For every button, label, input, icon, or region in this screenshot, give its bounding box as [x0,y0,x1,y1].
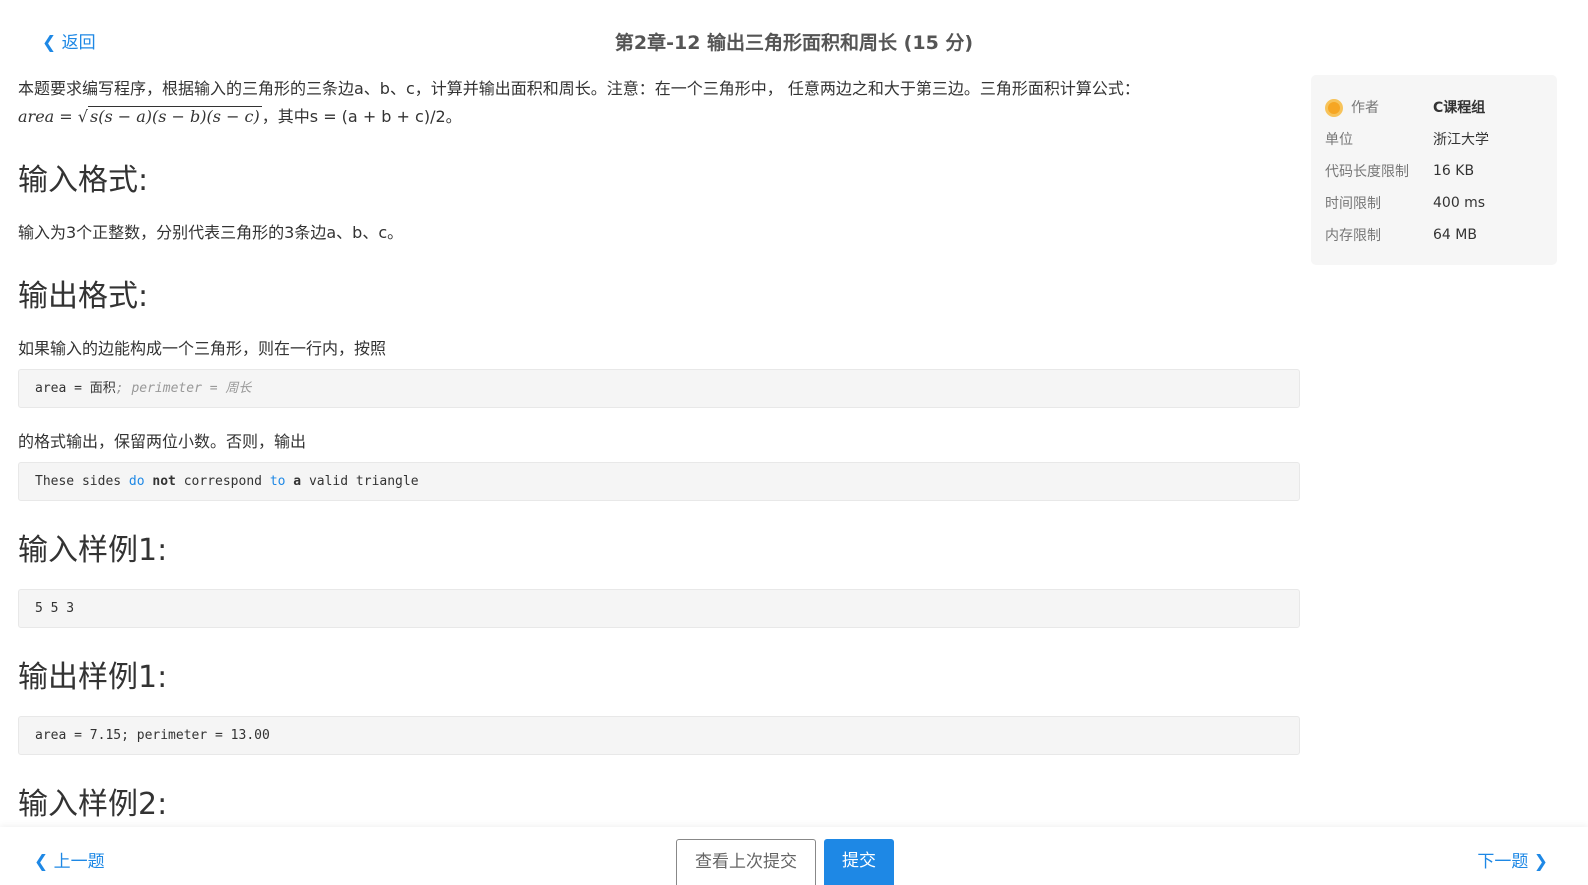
code-token: These sides [35,474,129,489]
code-token: to [269,474,286,489]
code-b: ; perimeter = 周长 [115,381,252,396]
info-key: 代码长度限制 [1325,164,1409,180]
formula-sqrt: s(s − a)(s − b)(s − c) [87,106,262,126]
info-row-unit: 单位 浙江大学 [1325,123,1543,155]
intro-text: 本题要求编写程序，根据输入的三角形的三条边a、b、c，计算并输出面积和周长。注意… [18,79,1140,98]
header: ❮ 返回 第2章-12 输出三角形面积和周长 (15 分) [0,0,1588,75]
footer-bar: ❮ 上一题 查看上次提交 提交 下一题 ❯ [0,827,1588,885]
invalid-output-code: These sides do not correspond to a valid… [18,462,1300,501]
output-heading: 输出格式: [18,279,149,314]
submit-button[interactable]: 提交 [824,839,894,885]
info-row-author: 作者 C课程组 [1325,91,1543,123]
info-value: C课程组 [1433,100,1486,116]
info-row-time-limit: 时间限制 400 ms [1325,187,1543,219]
problem-info-panel: 作者 C课程组 单位 浙江大学 代码长度限制 16 KB 时间限制 400 ms 内存限… [1311,75,1557,265]
info-key: 内存限制 [1325,228,1381,244]
page-title: 第2章-12 输出三角形面积和周长 (15 分) [614,32,974,54]
input-heading: 输入格式: [18,163,149,198]
info-value: 400 ms [1433,195,1486,211]
sample-input1: 5 5 3 [18,589,1300,628]
formula-lhs: area = [18,107,78,126]
code-token: correspond [175,474,270,489]
prev-problem-link[interactable]: ❮ 上一题 [34,847,105,872]
info-key: 时间限制 [1325,196,1381,212]
info-row-code-limit: 代码长度限制 16 KB [1325,155,1543,187]
view-last-submission-button[interactable]: 查看上次提交 [676,839,816,885]
code-token: do [128,474,145,489]
sample-output1-heading: 输出样例1: [18,660,168,695]
info-value: 16 KB [1433,163,1475,179]
sample-input1-heading: 输入样例1: [18,533,168,568]
medal-icon [1325,99,1343,117]
info-row-memory-limit: 内存限制 64 MB [1325,219,1543,251]
sample-output1: area = 7.15; perimeter = 13.00 [18,716,1300,755]
code-a: area = 面积 [35,381,116,396]
info-key: 作者 [1325,97,1433,117]
problem-intro: 本题要求编写程序，根据输入的三角形的三条边a、b、c，计算并输出面积和周长。注意… [18,79,1140,126]
code-token: not [152,474,176,489]
info-value: 64 MB [1433,227,1477,243]
code-token: valid triangle [301,474,419,489]
problem-content[interactable]: 本题要求编写程序，根据输入的三角形的三条边a、b、c，计算并输出面积和周长。注意… [18,75,1300,825]
output-text2: 的格式输出，保留两位小数。否则，输出 [18,432,307,451]
input-text: 输入为3个正整数，分别代表三角形的3条边a、b、c。 [18,223,404,242]
info-key: 单位 [1325,132,1353,148]
info-value: 浙江大学 [1433,132,1489,148]
output-format-code: area = 面积; perimeter = 周长 [18,369,1300,408]
info-key-text: 作者 [1351,100,1379,116]
formula-rest: ，其中s = (a + b + c)/2。 [261,107,462,126]
output-text1: 如果输入的边能构成一个三角形，则在一行内，按照 [18,339,387,358]
sample-input2-heading: 输入样例2: [18,787,168,822]
next-problem-link[interactable]: 下一题 ❯ [1477,847,1548,872]
code-token: a [293,474,302,489]
